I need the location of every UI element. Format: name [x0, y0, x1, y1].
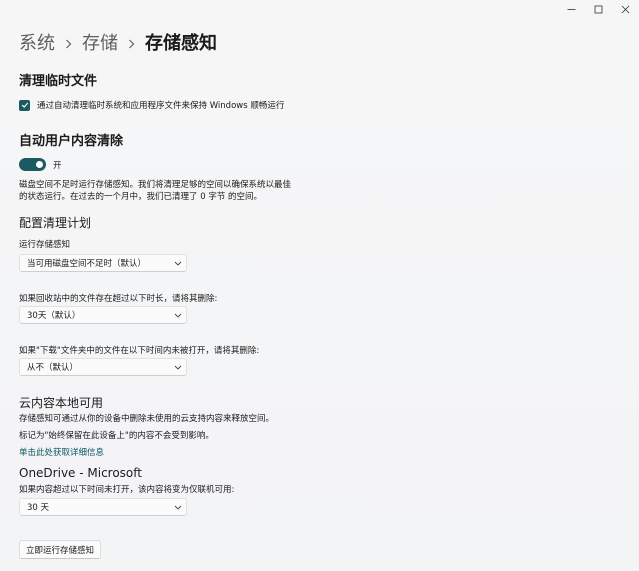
downloads-dropdown[interactable]: 从不（默认）: [19, 358, 187, 376]
breadcrumb: 系统 存储 存储感知: [19, 33, 217, 55]
titlebar-controls: [558, 0, 639, 18]
temp-files-checkbox[interactable]: [19, 99, 30, 111]
temp-files-checkbox-row[interactable]: 通过自动清理临时系统和应用程序文件来保持 Windows 顺畅运行: [19, 99, 284, 111]
onedrive-value: 30 天: [27, 503, 50, 513]
recycle-bin-dropdown[interactable]: 30天（默认）: [19, 306, 187, 324]
minimize-icon: [567, 8, 576, 10]
temp-files-title: 清理临时文件: [19, 74, 98, 89]
breadcrumb-item-storage[interactable]: 存储: [82, 33, 118, 55]
page-title: 存储感知: [145, 33, 217, 54]
close-icon: [621, 5, 630, 13]
chevron-down-icon: [170, 365, 186, 370]
cloud-content-title: 云内容本地可用: [19, 396, 104, 410]
toggle-state-label: 开: [53, 160, 62, 171]
schedule-title: 配置清理计划: [19, 216, 92, 230]
onedrive-title: OneDrive - Microsoft: [19, 466, 142, 480]
checkmark-icon: [21, 102, 28, 108]
run-storage-sense-dropdown[interactable]: 当可用磁盘空间不足时（默认）: [19, 254, 187, 272]
downloads-label: 如果"下载"文件夹中的文件在以下时间内未被打开，请将其删除:: [19, 346, 260, 356]
close-button[interactable]: [612, 0, 639, 18]
chevron-right-icon: [65, 39, 72, 49]
learn-more-link[interactable]: 单击此处获取详细信息: [19, 446, 104, 458]
recycle-bin-label: 如果回收站中的文件存在超过以下时长，请将其删除:: [19, 294, 218, 304]
run-storage-sense-label: 运行存储感知: [19, 240, 71, 250]
recycle-bin-value: 30天（默认）: [27, 311, 81, 321]
settings-window: 系统 存储 存储感知 清理临时文件 通过自动清理临时系统和应用程序文件来保持 W…: [0, 0, 639, 571]
toggle-knob: [36, 161, 43, 168]
auto-cleanup-toggle-row: 开: [19, 158, 62, 171]
maximize-button[interactable]: [585, 0, 612, 18]
cloud-content-desc1: 存储感知可通过从你的设备中删除未使用的云支持内容来释放空间。: [19, 414, 275, 424]
onedrive-dropdown[interactable]: 30 天: [19, 498, 187, 516]
chevron-down-icon: [170, 313, 186, 318]
run-storage-sense-value: 当可用磁盘空间不足时（默认）: [27, 259, 147, 269]
cloud-content-desc2: 标记为"始终保留在此设备上"的内容不会受到影响。: [19, 431, 214, 441]
chevron-right-icon: [128, 39, 135, 49]
maximize-icon: [594, 5, 603, 13]
onedrive-label: 如果内容超过以下时间未打开，该内容将变为仅联机可用:: [19, 485, 235, 495]
run-storage-sense-now-button[interactable]: 立即运行存储感知: [19, 540, 102, 559]
auto-cleanup-description-line2: 的状态运行。在过去的一个月中，我们已清理了 0 字节 的空间。: [19, 192, 263, 202]
downloads-value: 从不（默认）: [27, 363, 79, 373]
chevron-down-icon: [170, 505, 186, 510]
chevron-down-icon: [170, 261, 186, 266]
temp-files-checkbox-label: 通过自动清理临时系统和应用程序文件来保持 Windows 顺畅运行: [37, 101, 285, 111]
auto-cleanup-description-line1: 磁盘空间不足时运行存储感知。我们将清理足够的空间以确保系统以最佳: [19, 180, 292, 190]
breadcrumb-item-system[interactable]: 系统: [19, 33, 55, 55]
auto-cleanup-title: 自动用户内容清除: [19, 134, 124, 149]
auto-cleanup-toggle[interactable]: [19, 158, 46, 171]
auto-cleanup-description: 磁盘空间不足时运行存储感知。我们将清理足够的空间以确保系统以最佳 的状态运行。在…: [19, 179, 309, 203]
minimize-button[interactable]: [558, 0, 585, 18]
